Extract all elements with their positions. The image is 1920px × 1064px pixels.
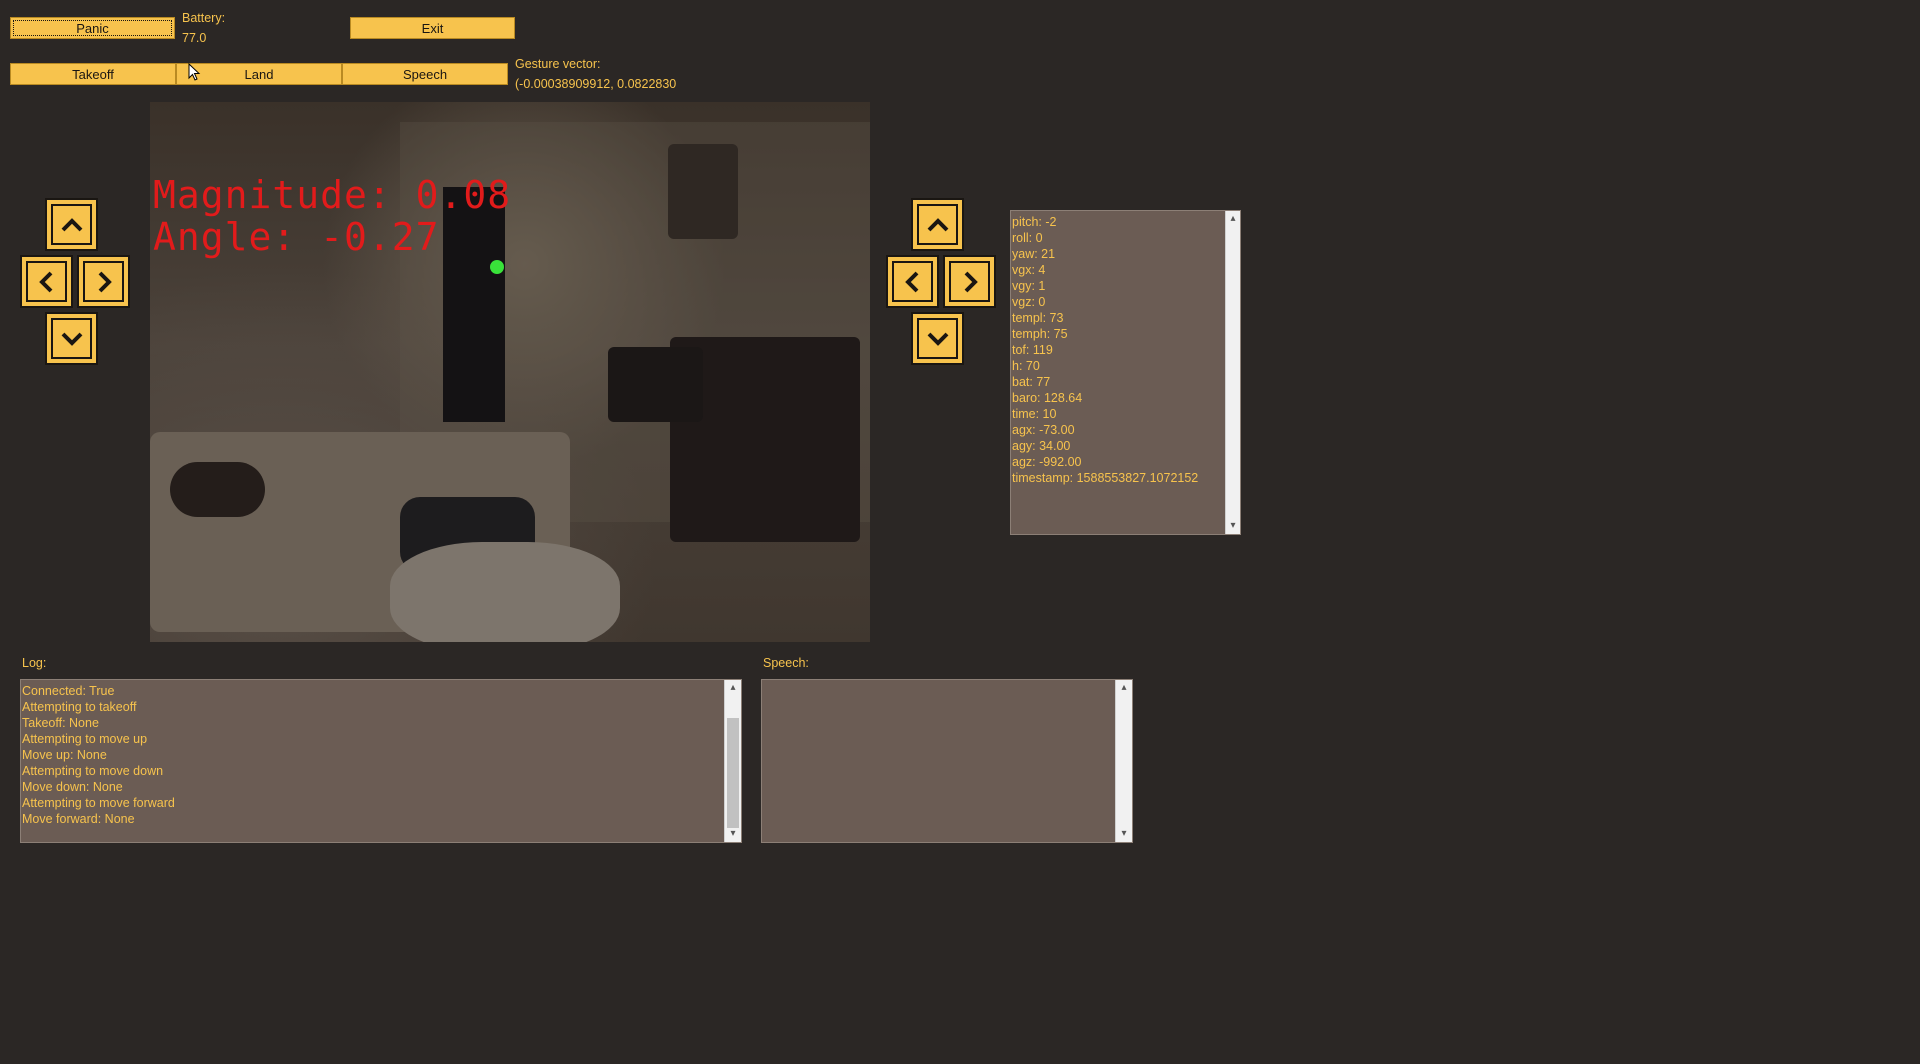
- left-dpad: [20, 198, 140, 368]
- panic-button[interactable]: Panic: [10, 17, 175, 39]
- speech-button[interactable]: Speech: [342, 63, 508, 85]
- state-scrollbar[interactable]: ▴ ▾: [1225, 211, 1240, 534]
- video-picture-frame: [668, 144, 738, 239]
- drone-state-panel: pitch: -2 roll: 0 yaw: 21 vgx: 4 vgy: 1 vgz: …: [1010, 210, 1241, 535]
- right-dpad: [886, 198, 1006, 368]
- left-pad-right-button[interactable]: [77, 255, 130, 308]
- angle-overlay: Angle: -0.27: [153, 215, 440, 259]
- left-pad-up-button[interactable]: [45, 198, 98, 251]
- log-lines: Connected: True Attempting to takeoff Take…: [22, 683, 723, 842]
- chevron-up-icon: [927, 217, 948, 231]
- speech-lines: [763, 683, 1114, 842]
- camera-feed: Magnitude: 0.08 Angle: -0.27: [150, 102, 870, 642]
- state-line: pitch: -2: [1012, 215, 1057, 229]
- drone-state-lines: pitch: -2 roll: 0 yaw: 21 vgx: 4 vgy: 1 vgz: …: [1012, 214, 1222, 534]
- chevron-right-icon: [98, 271, 112, 292]
- chevron-down-icon: [61, 332, 82, 346]
- state-line: yaw: 21: [1012, 247, 1056, 261]
- gesture-vector-label: Gesture vector:: [515, 57, 601, 71]
- video-doorway: [443, 187, 505, 422]
- speech-label: Speech:: [763, 656, 809, 670]
- right-pad-left-button[interactable]: [886, 255, 939, 308]
- log-line: Attempting to move forward: [22, 796, 175, 810]
- right-pad-right-button[interactable]: [943, 255, 996, 308]
- state-line: timestamp: 1588553827.1072152: [1012, 471, 1199, 485]
- state-line: templ: 73: [1012, 311, 1064, 325]
- state-line: vgx: 4: [1012, 263, 1046, 277]
- right-pad-up-button[interactable]: [911, 198, 964, 251]
- log-line: Takeoff: None: [22, 716, 99, 730]
- battery-value: 77.0: [182, 31, 207, 45]
- scroll-up-icon[interactable]: ▴: [1226, 211, 1240, 227]
- magnitude-overlay: Magnitude: 0.08: [153, 173, 512, 217]
- log-panel: Connected: True Attempting to takeoff Take…: [20, 679, 742, 843]
- log-line: Attempting to takeoff: [22, 700, 137, 714]
- left-pad-down-button[interactable]: [45, 312, 98, 365]
- log-line: Attempting to move up: [22, 732, 148, 746]
- chevron-left-icon: [38, 271, 52, 292]
- log-line: Move up: None: [22, 748, 107, 762]
- state-line: time: 10: [1012, 407, 1057, 421]
- state-line: roll: 0: [1012, 231, 1043, 245]
- chevron-down-icon: [927, 332, 948, 346]
- state-line: h: 70: [1012, 359, 1040, 373]
- speech-scrollbar[interactable]: ▴ ▾: [1115, 680, 1132, 842]
- scroll-up-icon[interactable]: ▴: [725, 680, 741, 696]
- state-line: bat: 77: [1012, 375, 1051, 389]
- log-label: Log:: [22, 656, 47, 670]
- gesture-vector-value: (-0.00038909912, 0.0822830: [515, 77, 677, 91]
- state-line: baro: 128.64: [1012, 391, 1083, 405]
- log-line: Attempting to move down: [22, 764, 164, 778]
- log-scrollbar-thumb[interactable]: [727, 718, 739, 828]
- scroll-up-icon[interactable]: ▴: [1116, 680, 1132, 696]
- scroll-down-icon[interactable]: ▾: [1226, 518, 1240, 534]
- video-cushion: [170, 462, 265, 517]
- left-pad-left-button[interactable]: [20, 255, 73, 308]
- state-line: agz: -992.00: [1012, 455, 1082, 469]
- scroll-down-icon[interactable]: ▾: [1116, 826, 1132, 842]
- video-side-table: [608, 347, 703, 422]
- log-line: Move forward: None: [22, 812, 135, 826]
- scroll-down-icon[interactable]: ▾: [725, 826, 741, 842]
- state-line: tof: 119: [1012, 343, 1053, 357]
- log-scrollbar[interactable]: ▴ ▾: [724, 680, 741, 842]
- right-pad-down-button[interactable]: [911, 312, 964, 365]
- chevron-up-icon: [61, 217, 82, 231]
- chevron-right-icon: [964, 271, 978, 292]
- state-line: temph: 75: [1012, 327, 1068, 341]
- speech-panel: ▴ ▾: [761, 679, 1133, 843]
- gesture-point-marker: [490, 260, 504, 274]
- log-line: Move down: None: [22, 780, 123, 794]
- takeoff-button[interactable]: Takeoff: [10, 63, 176, 85]
- mouse-cursor-icon: [188, 63, 201, 81]
- exit-button[interactable]: Exit: [350, 17, 515, 39]
- state-line: vgy: 1: [1012, 279, 1046, 293]
- state-line: agy: 34.00: [1012, 439, 1071, 453]
- chevron-left-icon: [904, 271, 918, 292]
- state-line: vgz: 0: [1012, 295, 1046, 309]
- log-line: Connected: True: [22, 684, 115, 698]
- battery-label: Battery:: [182, 11, 226, 25]
- state-line: agx: -73.00: [1012, 423, 1075, 437]
- video-blanket: [390, 542, 620, 642]
